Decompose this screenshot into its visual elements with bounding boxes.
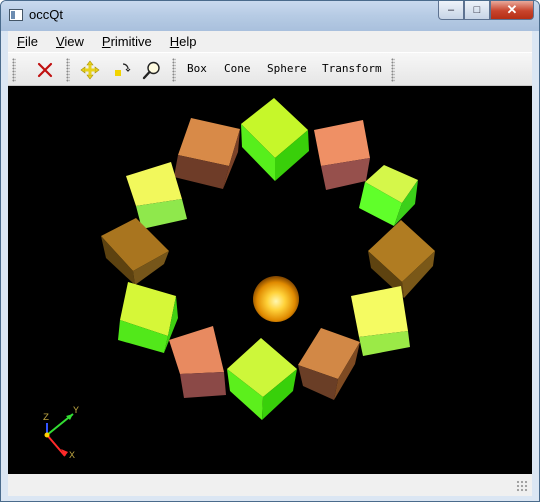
rotate-icon <box>115 63 131 76</box>
z-axis-label: Z <box>43 413 49 424</box>
toolbar-grip[interactable] <box>172 58 176 82</box>
toolbar-grip[interactable] <box>12 58 16 82</box>
scene-box[interactable] <box>101 218 169 285</box>
close-window-icon: ✕ <box>506 2 518 17</box>
close-icon <box>37 62 53 78</box>
status-bar <box>8 474 532 496</box>
menu-help-mnemonic: H <box>169 34 180 49</box>
menu-view-label: iew <box>64 34 84 49</box>
x-axis-label: X <box>69 451 75 462</box>
scene-box[interactable] <box>169 326 226 398</box>
scene-box[interactable] <box>314 120 370 190</box>
scene-box[interactable] <box>174 118 240 189</box>
axis-trihedron: Z Y X <box>43 406 79 462</box>
zoom-button[interactable] <box>140 58 164 82</box>
scene-box[interactable] <box>241 98 309 181</box>
3d-viewport[interactable]: Z Y X <box>8 86 532 474</box>
size-grip[interactable] <box>516 480 528 492</box>
window-title: occQt <box>29 7 63 22</box>
menu-primitive[interactable]: Primitive <box>93 31 161 52</box>
rotate-button[interactable] <box>110 58 134 82</box>
scene-box[interactable] <box>298 328 360 400</box>
cone-button[interactable]: Cone <box>224 62 251 75</box>
maximize-button[interactable]: □ <box>464 1 490 20</box>
scene-sphere[interactable] <box>253 276 299 322</box>
menu-primitive-mnemonic: P <box>101 34 111 49</box>
menu-file-mnemonic: F <box>17 34 25 49</box>
x-axis-line <box>46 434 66 457</box>
toolbar-grip[interactable] <box>66 58 70 82</box>
menu-help[interactable]: Help <box>161 31 206 52</box>
scene-box[interactable] <box>359 165 418 226</box>
box-button[interactable]: Box <box>187 62 207 75</box>
close-window-button[interactable]: ✕ <box>490 1 534 20</box>
title-bar[interactable]: occQt – □ ✕ <box>1 1 539 31</box>
menu-file-label: ile <box>24 34 38 49</box>
scene-canvas[interactable]: Z Y X <box>8 86 532 474</box>
maximize-icon: □ <box>473 4 481 16</box>
sphere-button[interactable]: Sphere <box>267 62 307 75</box>
toolbar-grip[interactable] <box>391 58 395 82</box>
window-controls: – □ ✕ <box>438 1 534 21</box>
axis-origin <box>44 432 50 438</box>
menu-file[interactable]: File <box>8 31 47 52</box>
scene-box[interactable] <box>368 220 435 298</box>
menu-view[interactable]: View <box>47 31 93 52</box>
close-document-button[interactable] <box>32 58 58 82</box>
transform-button[interactable]: Transform <box>322 62 382 75</box>
app-window-icon <box>9 9 23 21</box>
minimize-icon: – <box>447 4 455 16</box>
scene-box[interactable] <box>351 286 410 356</box>
pan-button[interactable] <box>78 58 102 82</box>
app-window: occQt – □ ✕ File View Primitive Help Box… <box>0 0 540 502</box>
scene-box[interactable] <box>118 282 178 353</box>
toolbar: Box Cone Sphere Transform <box>8 52 532 86</box>
y-axis-label: Y <box>73 406 79 417</box>
minimize-button[interactable]: – <box>438 1 464 20</box>
menu-bar: File View Primitive Help <box>8 31 532 52</box>
menu-help-label: elp <box>179 34 197 49</box>
scene-box[interactable] <box>227 338 297 420</box>
pan-icon <box>80 60 100 80</box>
menu-primitive-label: rimitive <box>110 34 152 49</box>
zoom-icon <box>142 61 160 80</box>
